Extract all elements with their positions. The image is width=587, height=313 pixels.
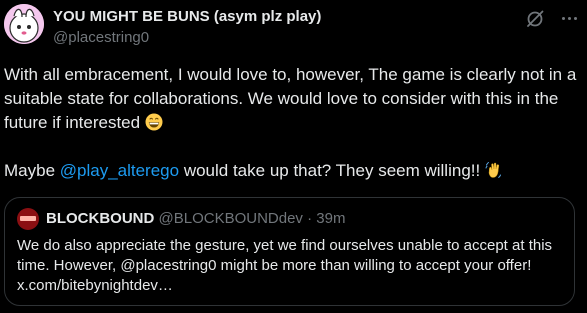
mention-link[interactable]: @play_alterego [60,161,179,180]
post-paragraph-2-after: would take up that? They seem willing!! [179,161,485,180]
quoted-post[interactable]: BLOCKBOUND @BLOCKBOUNDdev · 39m We do al… [4,197,575,306]
grok-icon[interactable] [525,9,545,29]
quoted-post-time[interactable]: 39m [316,210,345,227]
post-paragraph-1-text: With all embracement, I would love to, h… [4,65,577,132]
time-separator: · [302,210,317,227]
quoted-author-avatar[interactable] [17,208,39,230]
quoted-post-text: We do also appreciate the gesture, yet w… [17,237,553,294]
post-text: With all embracement, I would love to, h… [4,63,582,183]
waving-hand-emoji [485,161,503,179]
post-paragraph-2: Maybe @play_alterego would take up that?… [4,159,582,183]
author-display-name[interactable]: YOU MIGHT BE BUNS (asym plz play) [53,8,321,25]
quoted-author-display-name[interactable]: BLOCKBOUND [46,210,154,227]
author-handle[interactable]: @placestring0 [53,29,149,46]
post-paragraph-2-before: Maybe [4,161,60,180]
grinning-face-emoji [145,113,163,131]
quoted-post-header: BLOCKBOUND @BLOCKBOUNDdev · 39m [46,210,345,227]
quoted-author-handle[interactable]: @BLOCKBOUNDdev [159,210,303,227]
post-paragraph-1: With all embracement, I would love to, h… [4,63,582,135]
author-avatar[interactable] [4,4,44,44]
more-options-icon[interactable] [558,7,580,29]
